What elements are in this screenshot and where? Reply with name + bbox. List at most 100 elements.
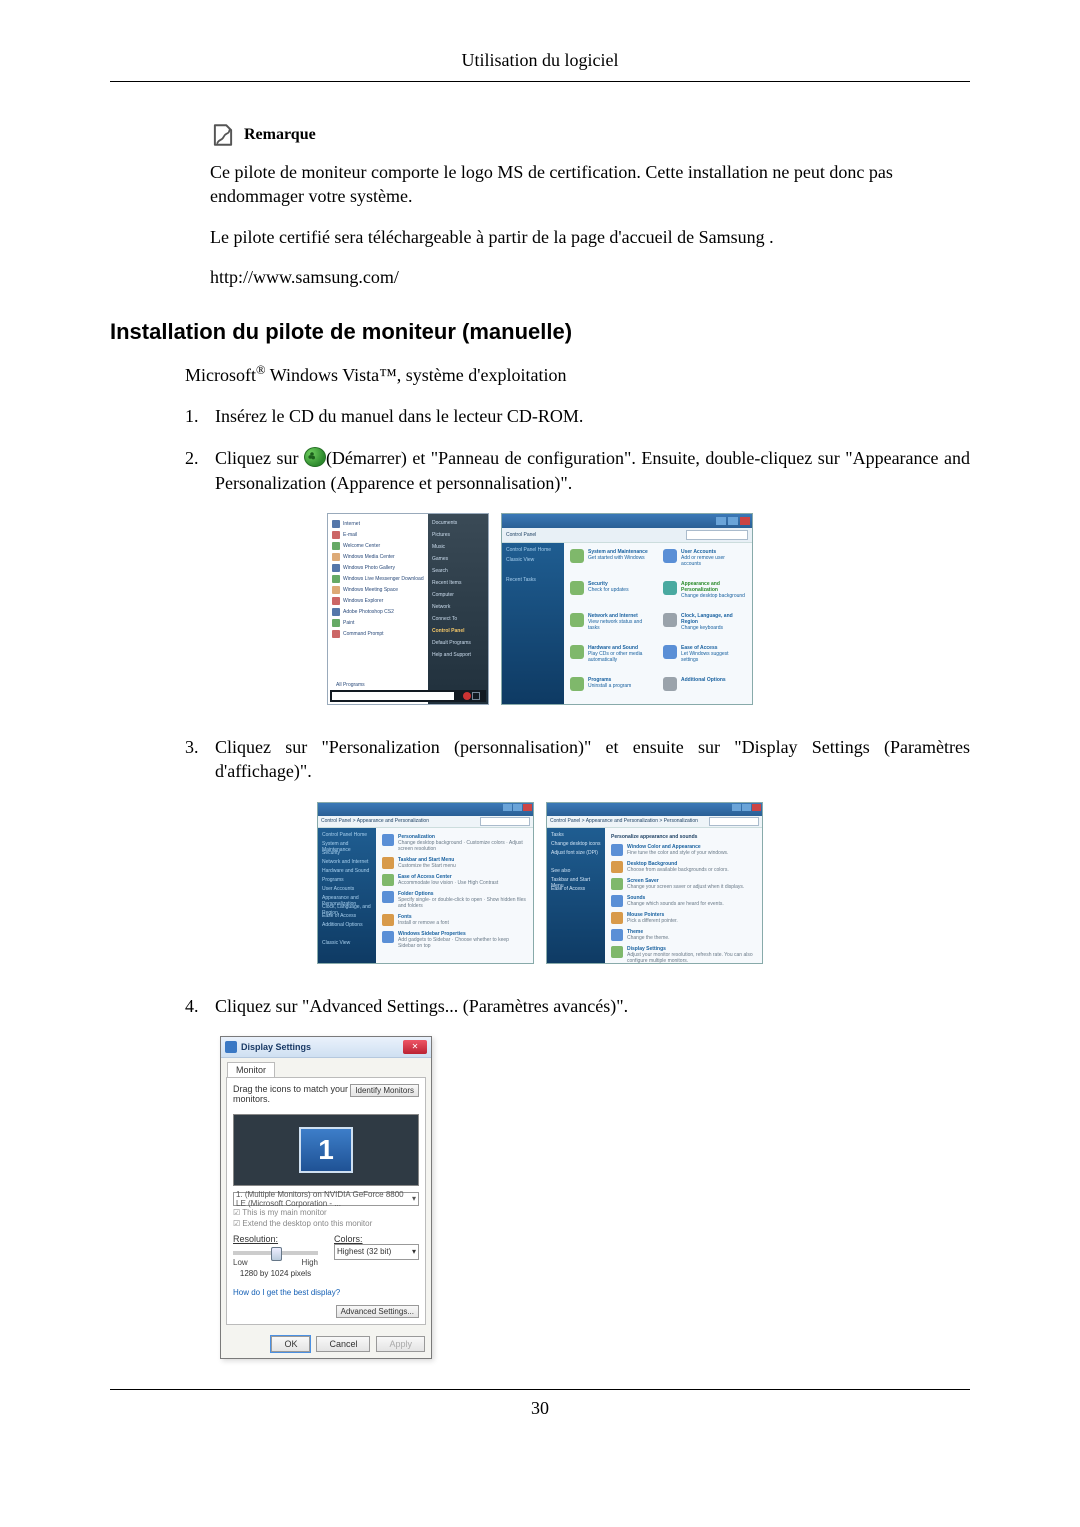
note-label: Remarque (244, 126, 316, 144)
start-orb-icon (304, 447, 326, 467)
start-item: Windows Explorer (332, 595, 424, 606)
pers2-entry: SoundsChange which sounds are heard for … (611, 895, 756, 907)
help-link[interactable]: How do I get the best display? (233, 1288, 340, 1297)
start-item: Command Prompt (332, 628, 424, 639)
page-header: Utilisation du logiciel (110, 50, 970, 82)
display-settings-dialog: Display Settings ✕ Monitor Identify Moni… (220, 1036, 432, 1359)
resolution-value: 1280 by 1024 pixels (233, 1269, 318, 1278)
pers2-entry: Desktop BackgroundChoose from available … (611, 861, 756, 873)
pers2-heading: Personalize appearance and sounds (611, 834, 756, 840)
resolution-slider[interactable] (233, 1251, 318, 1255)
cpanel-category: ProgramsUninstall a program (570, 677, 653, 699)
cpanel-category: Hardware and SoundPlay CDs or other medi… (570, 645, 653, 671)
cpanel-category: Additional Options (663, 677, 746, 699)
note-paragraph-2: Le pilote certifié sera téléchargeable à… (210, 225, 970, 249)
pers1-side-item: User Accounts (322, 886, 372, 895)
main-monitor-checkbox: ☑ This is my main monitor (233, 1208, 419, 1217)
appearance-personalization-window: Control Panel > Appearance and Personali… (317, 802, 534, 964)
resolution-label: Resolution: (233, 1234, 318, 1244)
pers1-entry: PersonalizationChange desktop background… (382, 834, 527, 852)
cpanel-category: Network and InternetView network status … (570, 613, 653, 639)
os-line: Microsoft® Windows Vista™, système d'exp… (185, 363, 970, 386)
pers1-side-item: Appearance and Personalization (322, 895, 372, 904)
start-right-item: Games (432, 556, 484, 568)
vista-start-menu: InternetE-mailWelcome CenterWindows Medi… (327, 513, 489, 705)
slider-high: High (302, 1258, 318, 1267)
pers1-entry: FontsInstall or remove a font (382, 914, 527, 926)
personalization-window: Control Panel > Appearance and Personali… (546, 802, 763, 964)
start-right-item: Connect To (432, 616, 484, 628)
monitor-layout-area[interactable]: 1 (233, 1114, 419, 1186)
start-right-item: Search (432, 568, 484, 580)
ok-button[interactable]: OK (271, 1336, 310, 1352)
os-prefix: Microsoft (185, 365, 256, 385)
monitor-select[interactable]: 1. (Multiple Monitors) on NVIDIA GeForce… (233, 1192, 419, 1206)
step-2-num: 2. (185, 446, 215, 495)
pers1-side-item: Classic View (322, 940, 372, 949)
step-1-num: 1. (185, 404, 215, 428)
step-3-text: Cliquez sur "Personalization (personnali… (215, 735, 970, 784)
os-suffix: système d'exploitation (406, 365, 567, 385)
start-item: Welcome Center (332, 540, 424, 551)
extend-desktop-checkbox: ☑ Extend the desktop onto this monitor (233, 1219, 419, 1228)
step-4: 4. Cliquez sur "Advanced Settings... (Pa… (185, 994, 970, 1018)
slider-low: Low (233, 1258, 248, 1267)
pers2-side-item: Adjust font size (DPI) (551, 850, 601, 859)
pers2-side-item (551, 859, 601, 868)
screenshot-personalization: Control Panel > Appearance and Personali… (110, 802, 970, 964)
pers2-entry: Window Color and AppearanceFine tune the… (611, 844, 756, 856)
page-number: 30 (110, 1389, 970, 1419)
os-mid: Windows Vista™, (266, 365, 406, 385)
start-item: Internet (332, 518, 424, 529)
start-item: Windows Media Center (332, 551, 424, 562)
start-right-item: Documents (432, 520, 484, 532)
step-2-pre: Cliquez sur (215, 448, 304, 468)
pers1-side-item: Hardware and Sound (322, 868, 372, 877)
monitor-1-icon[interactable]: 1 (299, 1127, 353, 1173)
cpanel-category: Appearance and PersonalizationChange des… (663, 581, 746, 607)
apply-button[interactable]: Apply (376, 1336, 425, 1352)
pers2-side-item: Tasks (551, 832, 601, 841)
pers1-entry: Taskbar and Start MenuCustomize the Star… (382, 857, 527, 869)
identify-monitors-button[interactable]: Identify Monitors (350, 1084, 419, 1097)
pers2-entry: Mouse PointersPick a different pointer. (611, 912, 756, 924)
pers1-side-item: System and Maintenance (322, 841, 372, 850)
start-item: Windows Photo Gallery (332, 562, 424, 573)
advanced-settings-button[interactable]: Advanced Settings... (336, 1305, 419, 1318)
pers1-entry: Folder OptionsSpecify single- or double-… (382, 891, 527, 909)
pers1-side-item: Clock, Language, and Region (322, 904, 372, 913)
cpanel-side-item: Classic View (506, 557, 560, 567)
screenshot-start-controlpanel: InternetE-mailWelcome CenterWindows Medi… (110, 513, 970, 705)
cpanel-category: Ease of AccessLet Windows suggest settin… (663, 645, 746, 671)
cpanel-category: User AccountsAdd or remove user accounts (663, 549, 746, 575)
pers2-entry: Display SettingsAdjust your monitor reso… (611, 946, 756, 964)
start-item: E-mail (332, 529, 424, 540)
note-paragraph-1: Ce pilote de moniteur comporte le logo M… (210, 160, 970, 209)
cancel-button[interactable]: Cancel (316, 1336, 370, 1352)
start-right-item: Pictures (432, 532, 484, 544)
step-4-text: Cliquez sur "Advanced Settings... (Param… (215, 994, 970, 1018)
section-heading: Installation du pilote de moniteur (manu… (110, 319, 970, 345)
start-right-item: Help and Support (432, 652, 484, 664)
step-3-num: 3. (185, 735, 215, 784)
cpanel-category: SecurityCheck for updates (570, 581, 653, 607)
tab-monitor[interactable]: Monitor (227, 1062, 275, 1077)
step-3: 3. Cliquez sur "Personalization (personn… (185, 735, 970, 784)
colors-select[interactable]: Highest (32 bit)▾ (334, 1244, 419, 1260)
pers2-entry: Screen SaverChange your screen saver or … (611, 878, 756, 890)
close-button[interactable]: ✕ (403, 1040, 427, 1054)
start-right-item: Control Panel (432, 628, 484, 640)
cpanel-breadcrumb: Control Panel (506, 532, 536, 538)
note-url: http://www.samsung.com/ (210, 265, 970, 289)
start-right-item: Computer (432, 592, 484, 604)
pers1-side-item: Ease of Access (322, 913, 372, 922)
start-search-bar (330, 690, 486, 702)
pers2-side-item: Taskbar and Start Menu (551, 877, 601, 886)
step-1-text: Insérez le CD du manuel dans le lecteur … (215, 404, 970, 428)
colors-label: Colors: (334, 1234, 419, 1244)
note-icon (210, 122, 236, 148)
start-item: Windows Meeting Space (332, 584, 424, 595)
pers1-entry: Windows Sidebar PropertiesAdd gadgets to… (382, 931, 527, 949)
pers1-side-item: Network and Internet (322, 859, 372, 868)
cpanel-side-item: Recent Tasks (506, 577, 560, 587)
